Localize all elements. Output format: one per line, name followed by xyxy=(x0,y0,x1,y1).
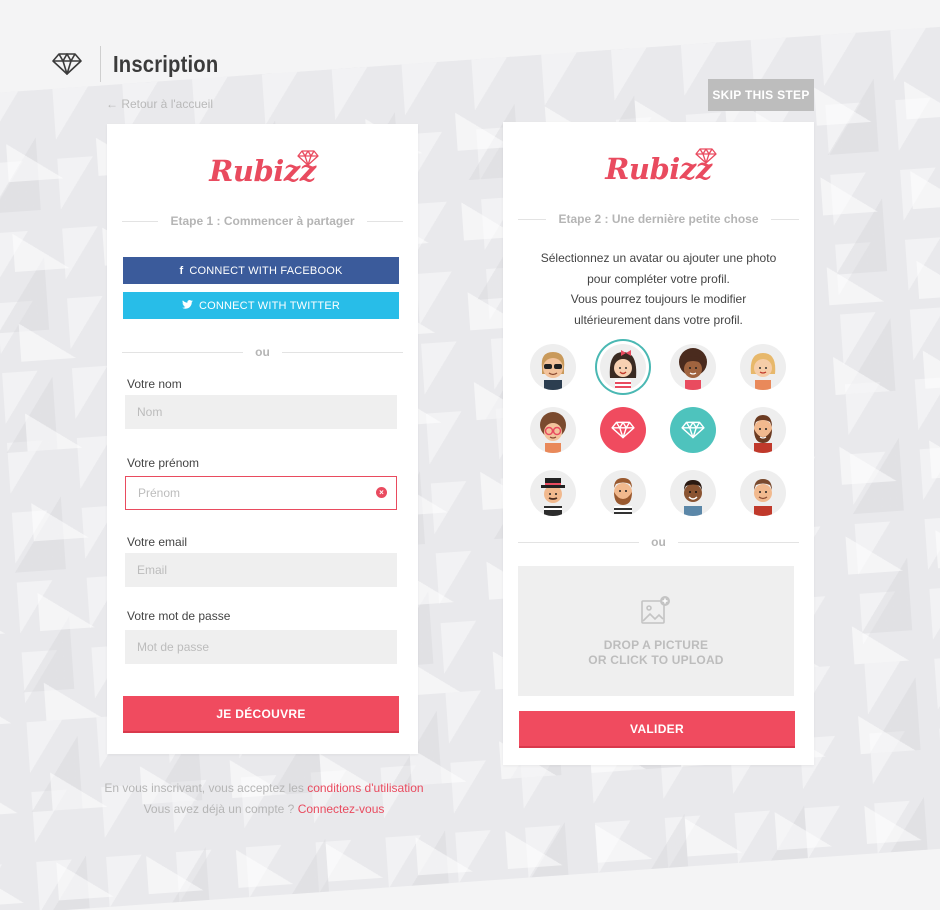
or-divider: ou xyxy=(122,345,404,359)
avatar-ruby-red[interactable] xyxy=(600,407,646,453)
avatar-man-beard-striped[interactable] xyxy=(600,470,646,516)
avatar-woman-blonde[interactable] xyxy=(740,344,786,390)
avatar-grid xyxy=(530,344,786,516)
nom-label: Votre nom xyxy=(127,377,182,391)
ruby-icon xyxy=(297,150,319,171)
twitter-connect-button[interactable]: CONNECT WITH TWITTER xyxy=(123,292,399,319)
email-label: Votre email xyxy=(127,535,188,549)
step2-title: Etape 2 : Une dernière petite chose xyxy=(518,212,799,226)
avatar-woman-curly[interactable] xyxy=(670,344,716,390)
signup-card: Rubizz Etape 1 : Commencer à partager f … xyxy=(107,124,418,754)
terms-link[interactable]: conditions d'utilisation xyxy=(307,781,423,795)
twitter-icon xyxy=(182,299,193,312)
dropzone-text: DROP A PICTURE OR CLICK TO UPLOAD xyxy=(588,637,724,667)
prenom-label: Votre prénom xyxy=(127,456,200,470)
avatar-card: Rubizz Etape 2 : Une dernière petite cho… xyxy=(503,122,814,765)
step1-title: Etape 1 : Commencer à partager xyxy=(122,214,404,228)
valider-button[interactable]: VALIDER xyxy=(519,711,795,746)
avatar-man-red-shirt[interactable] xyxy=(740,470,786,516)
header-separator xyxy=(100,46,101,82)
terms-text: En vous inscrivant, vous acceptez les co… xyxy=(104,781,424,795)
avatar-ruby-teal[interactable] xyxy=(670,407,716,453)
nom-field[interactable] xyxy=(125,395,397,429)
add-image-icon xyxy=(640,595,672,632)
ruby-icon xyxy=(695,148,717,169)
login-text: Vous avez déjà un compte ? Connectez-vou… xyxy=(143,802,385,816)
skip-step-button[interactable]: SKIP THIS STEP xyxy=(708,79,814,111)
facebook-icon: f xyxy=(179,264,184,277)
avatar-woman-glasses[interactable] xyxy=(530,407,576,453)
password-label: Votre mot de passe xyxy=(127,609,231,623)
password-field[interactable] xyxy=(125,630,397,664)
or-divider: ou xyxy=(518,535,800,549)
avatar-intro-text: Sélectionnez un avatar ou ajouter une ph… xyxy=(540,251,777,327)
page-header: Inscription xyxy=(52,44,233,84)
avatar-woman-sunglasses[interactable] xyxy=(530,344,576,390)
error-icon: × xyxy=(376,487,387,498)
avatar-man-hat[interactable] xyxy=(530,470,576,516)
prenom-field[interactable] xyxy=(125,476,397,510)
avatar-man-smiling[interactable] xyxy=(670,470,716,516)
facebook-connect-button[interactable]: f CONNECT WITH FACEBOOK xyxy=(123,257,399,284)
email-field[interactable] xyxy=(125,553,397,587)
page-title: Inscription xyxy=(113,50,219,77)
diamond-icon xyxy=(52,44,84,84)
login-link[interactable]: Connectez-vous xyxy=(298,802,385,816)
avatar-man-beard[interactable] xyxy=(740,407,786,453)
picture-dropzone[interactable]: DROP A PICTURE OR CLICK TO UPLOAD xyxy=(518,566,794,696)
brand-logo: Rubizz xyxy=(503,148,814,186)
avatar-girl-red-bow[interactable] xyxy=(600,344,646,390)
je-decouvre-button[interactable]: JE DÉCOUVRE xyxy=(123,696,399,731)
back-home-link[interactable]: ← Retour à l'accueil xyxy=(106,97,213,111)
brand-logo: Rubizz xyxy=(107,150,418,188)
